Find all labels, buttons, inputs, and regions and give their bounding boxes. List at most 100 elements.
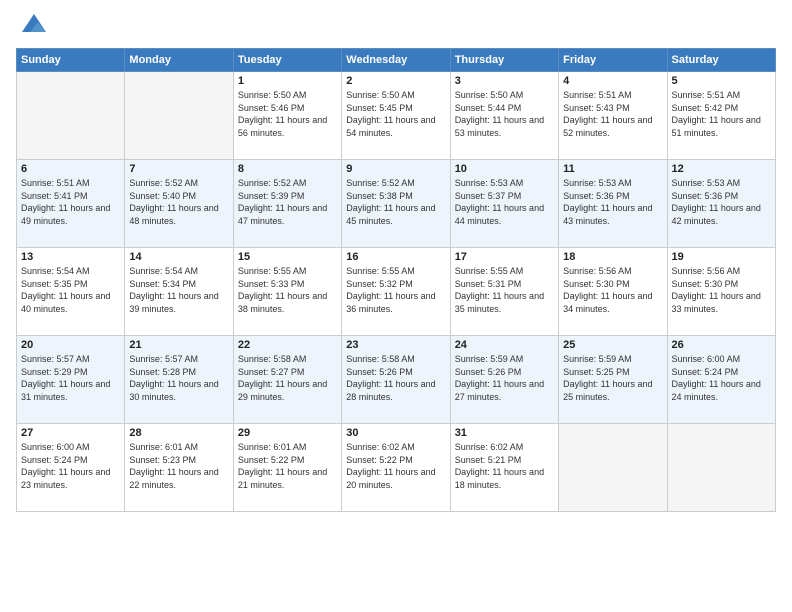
calendar-cell: 22 Sunrise: 5:58 AM Sunset: 5:27 PM Dayli…: [233, 336, 341, 424]
calendar-cell: 24 Sunrise: 5:59 AM Sunset: 5:26 PM Dayli…: [450, 336, 558, 424]
day-info: Sunrise: 5:52 AM Sunset: 5:38 PM Dayligh…: [346, 177, 445, 227]
calendar-cell: 4Sunrise: 5:51 AM Sunset: 5:43 PM Daylig…: [559, 72, 667, 160]
day-number: 6: [21, 163, 120, 175]
day-info: Sunrise: 5:55 AM Sunset: 5:33 PM Dayligh…: [238, 265, 337, 315]
weekday-header-tuesday: Tuesday: [233, 49, 341, 72]
day-number: 17: [455, 251, 554, 263]
weekday-header-monday: Monday: [125, 49, 233, 72]
calendar-week-row: 1 Sunrise: 5:50 AM Sunset: 5:46 PM Daylig…: [17, 72, 776, 160]
calendar-cell: 10Sunrise: 5:53 AM Sunset: 5:37 PM Dayli…: [450, 160, 558, 248]
weekday-header-thursday: Thursday: [450, 49, 558, 72]
calendar-cell: 6 Sunrise: 5:51 AM Sunset: 5:41 PM Daylig…: [17, 160, 125, 248]
calendar-cell: 17 Sunrise: 5:55 AM Sunset: 5:31 PM Dayli…: [450, 248, 558, 336]
calendar-cell: 25 Sunrise: 5:59 AM Sunset: 5:25 PM Dayli…: [559, 336, 667, 424]
day-number: 14: [129, 251, 228, 263]
day-info: Sunrise: 6:00 AM Sunset: 5:24 PM Dayligh…: [672, 353, 771, 403]
day-info: Sunrise: 6:01 AM Sunset: 5:23 PM Dayligh…: [129, 441, 228, 491]
calendar-cell: 15 Sunrise: 5:55 AM Sunset: 5:33 PM Dayli…: [233, 248, 341, 336]
day-number: 3: [455, 75, 554, 87]
calendar-cell: 9 Sunrise: 5:52 AM Sunset: 5:38 PM Daylig…: [342, 160, 450, 248]
day-number: 20: [21, 339, 120, 351]
day-number: 29: [238, 427, 337, 439]
page: SundayMondayTuesdayWednesdayThursdayFrid…: [0, 0, 792, 612]
calendar-cell: 1 Sunrise: 5:50 AM Sunset: 5:46 PM Daylig…: [233, 72, 341, 160]
day-info: Sunrise: 5:53 AM Sunset: 5:36 PM Dayligh…: [672, 177, 771, 227]
calendar-cell: 27 Sunrise: 6:00 AM Sunset: 5:24 PM Dayli…: [17, 424, 125, 512]
weekday-header-row: SundayMondayTuesdayWednesdayThursdayFrid…: [17, 49, 776, 72]
day-number: 13: [21, 251, 120, 263]
calendar-cell: 2Sunrise: 5:50 AM Sunset: 5:45 PM Daylig…: [342, 72, 450, 160]
calendar-cell: 13 Sunrise: 5:54 AM Sunset: 5:35 PM Dayli…: [17, 248, 125, 336]
calendar-cell: 7 Sunrise: 5:52 AM Sunset: 5:40 PM Daylig…: [125, 160, 233, 248]
day-number: 5: [672, 75, 771, 87]
day-number: 22: [238, 339, 337, 351]
day-info: Sunrise: 5:59 AM Sunset: 5:26 PM Dayligh…: [455, 353, 554, 403]
day-number: 27: [21, 427, 120, 439]
day-info: Sunrise: 6:00 AM Sunset: 5:24 PM Dayligh…: [21, 441, 120, 491]
day-info: Sunrise: 5:58 AM Sunset: 5:27 PM Dayligh…: [238, 353, 337, 403]
calendar-week-row: 27 Sunrise: 6:00 AM Sunset: 5:24 PM Dayli…: [17, 424, 776, 512]
day-number: 7: [129, 163, 228, 175]
day-info: Sunrise: 5:50 AM Sunset: 5:44 PM Dayligh…: [455, 89, 554, 139]
calendar-cell: 20 Sunrise: 5:57 AM Sunset: 5:29 PM Dayli…: [17, 336, 125, 424]
calendar-week-row: 6 Sunrise: 5:51 AM Sunset: 5:41 PM Daylig…: [17, 160, 776, 248]
day-number: 1: [238, 75, 337, 87]
day-info: Sunrise: 5:56 AM Sunset: 5:30 PM Dayligh…: [563, 265, 662, 315]
day-number: 24: [455, 339, 554, 351]
day-number: 12: [672, 163, 771, 175]
day-number: 21: [129, 339, 228, 351]
calendar-cell: 18 Sunrise: 5:56 AM Sunset: 5:30 PM Dayli…: [559, 248, 667, 336]
calendar-cell: 21 Sunrise: 5:57 AM Sunset: 5:28 PM Dayli…: [125, 336, 233, 424]
day-info: Sunrise: 6:02 AM Sunset: 5:21 PM Dayligh…: [455, 441, 554, 491]
day-info: Sunrise: 5:58 AM Sunset: 5:26 PM Dayligh…: [346, 353, 445, 403]
day-number: 8: [238, 163, 337, 175]
weekday-header-wednesday: Wednesday: [342, 49, 450, 72]
day-number: 4: [563, 75, 662, 87]
calendar-cell: 12 Sunrise: 5:53 AM Sunset: 5:36 PM Dayli…: [667, 160, 775, 248]
day-number: 30: [346, 427, 445, 439]
day-number: 9: [346, 163, 445, 175]
day-number: 23: [346, 339, 445, 351]
day-info: Sunrise: 5:56 AM Sunset: 5:30 PM Dayligh…: [672, 265, 771, 315]
day-info: Sunrise: 5:51 AM Sunset: 5:41 PM Dayligh…: [21, 177, 120, 227]
calendar-cell: [667, 424, 775, 512]
day-info: Sunrise: 6:01 AM Sunset: 5:22 PM Dayligh…: [238, 441, 337, 491]
calendar-cell: 29 Sunrise: 6:01 AM Sunset: 5:22 PM Dayli…: [233, 424, 341, 512]
day-info: Sunrise: 5:51 AM Sunset: 5:42 PM Dayligh…: [672, 89, 771, 139]
calendar-cell: 14 Sunrise: 5:54 AM Sunset: 5:34 PM Dayli…: [125, 248, 233, 336]
day-number: 2: [346, 75, 445, 87]
day-number: 19: [672, 251, 771, 263]
calendar-cell: [125, 72, 233, 160]
calendar-cell: 3 Sunrise: 5:50 AM Sunset: 5:44 PM Daylig…: [450, 72, 558, 160]
calendar-cell: 31Sunrise: 6:02 AM Sunset: 5:21 PM Dayli…: [450, 424, 558, 512]
day-info: Sunrise: 5:54 AM Sunset: 5:34 PM Dayligh…: [129, 265, 228, 315]
day-info: Sunrise: 5:57 AM Sunset: 5:29 PM Dayligh…: [21, 353, 120, 403]
calendar-week-row: 13 Sunrise: 5:54 AM Sunset: 5:35 PM Dayli…: [17, 248, 776, 336]
day-info: Sunrise: 5:52 AM Sunset: 5:39 PM Dayligh…: [238, 177, 337, 227]
calendar-cell: 28 Sunrise: 6:01 AM Sunset: 5:23 PM Dayli…: [125, 424, 233, 512]
day-number: 26: [672, 339, 771, 351]
day-number: 11: [563, 163, 662, 175]
calendar-cell: 16Sunrise: 5:55 AM Sunset: 5:32 PM Dayli…: [342, 248, 450, 336]
day-info: Sunrise: 5:53 AM Sunset: 5:37 PM Dayligh…: [455, 177, 554, 227]
calendar-cell: [17, 72, 125, 160]
day-info: Sunrise: 5:52 AM Sunset: 5:40 PM Dayligh…: [129, 177, 228, 227]
day-info: Sunrise: 5:50 AM Sunset: 5:46 PM Dayligh…: [238, 89, 337, 139]
weekday-header-sunday: Sunday: [17, 49, 125, 72]
calendar-week-row: 20 Sunrise: 5:57 AM Sunset: 5:29 PM Dayli…: [17, 336, 776, 424]
day-info: Sunrise: 5:55 AM Sunset: 5:31 PM Dayligh…: [455, 265, 554, 315]
day-info: Sunrise: 5:55 AM Sunset: 5:32 PM Dayligh…: [346, 265, 445, 315]
day-info: Sunrise: 5:57 AM Sunset: 5:28 PM Dayligh…: [129, 353, 228, 403]
logo: [16, 12, 48, 40]
calendar-cell: 8 Sunrise: 5:52 AM Sunset: 5:39 PM Daylig…: [233, 160, 341, 248]
day-number: 18: [563, 251, 662, 263]
weekday-header-friday: Friday: [559, 49, 667, 72]
calendar-cell: 11Sunrise: 5:53 AM Sunset: 5:36 PM Dayli…: [559, 160, 667, 248]
day-number: 28: [129, 427, 228, 439]
logo-icon: [20, 12, 48, 40]
day-number: 25: [563, 339, 662, 351]
day-info: Sunrise: 6:02 AM Sunset: 5:22 PM Dayligh…: [346, 441, 445, 491]
day-number: 15: [238, 251, 337, 263]
day-info: Sunrise: 5:54 AM Sunset: 5:35 PM Dayligh…: [21, 265, 120, 315]
day-info: Sunrise: 5:59 AM Sunset: 5:25 PM Dayligh…: [563, 353, 662, 403]
